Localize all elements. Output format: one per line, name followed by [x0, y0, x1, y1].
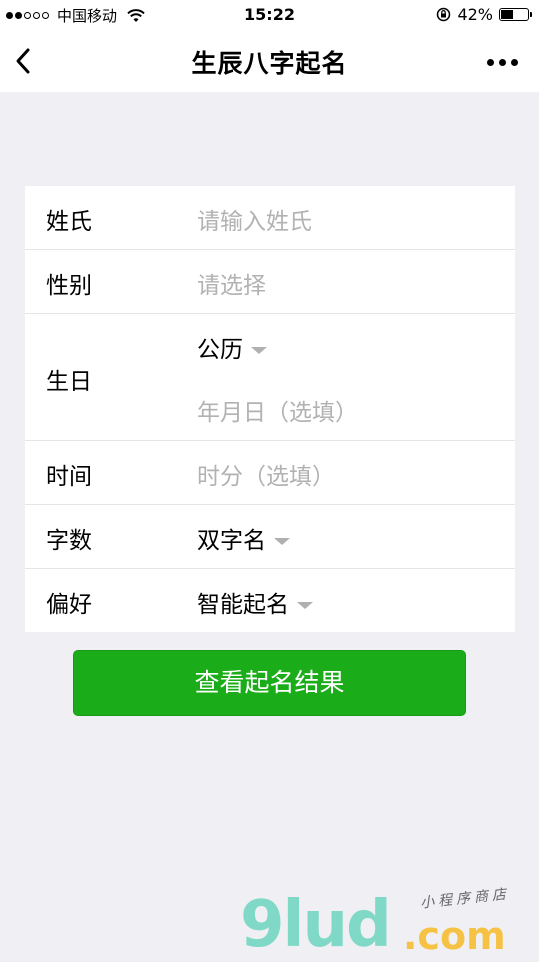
preference-row: 偏好 智能起名 [25, 568, 515, 632]
battery-icon [499, 8, 532, 21]
preference-select[interactable]: 智能起名 [197, 585, 313, 619]
caret-down-icon [251, 347, 267, 354]
calendar-type-value: 公历 [197, 337, 243, 363]
gender-label: 性别 [46, 273, 92, 299]
birth-time-picker[interactable]: 时分（选填） [197, 457, 335, 491]
naming-form: 姓氏 请输入姓氏 性别 请选择 生日 公历 年月日（选填） 时间 时分（选填） … [25, 186, 515, 632]
birthday-row: 生日 公历 年月日（选填） [25, 313, 515, 440]
caret-down-icon [274, 538, 290, 545]
birth-date-picker[interactable]: 年月日（选填） [197, 393, 358, 427]
preference-label: 偏好 [46, 592, 92, 618]
view-results-button[interactable]: 查看起名结果 [73, 650, 466, 716]
surname-label: 姓氏 [46, 209, 92, 235]
time-label: 时间 [46, 464, 92, 490]
name-length-value: 双字名 [197, 528, 266, 554]
page-title: 生辰八字起名 [191, 49, 348, 78]
gender-select[interactable]: 请选择 [197, 266, 266, 300]
gender-row: 性别 请选择 [25, 249, 515, 313]
more-menu-button[interactable] [487, 52, 523, 72]
status-right: 42% [436, 5, 532, 24]
calendar-type-select[interactable]: 公历 [197, 330, 267, 364]
watermark-tagline: 小程序商店 [419, 886, 511, 912]
surname-input[interactable]: 请输入姓氏 [197, 202, 312, 236]
count-row: 字数 双字名 [25, 504, 515, 568]
time-row: 时间 时分（选填） [25, 440, 515, 504]
battery-percent: 42% [457, 5, 493, 24]
watermark-brand: 9lud [240, 888, 392, 962]
nav-bar: 生辰八字起名 [0, 30, 539, 92]
rotation-lock-icon [437, 7, 451, 22]
count-label: 字数 [46, 528, 92, 554]
preference-value: 智能起名 [197, 592, 289, 618]
birthday-label: 生日 [46, 369, 92, 395]
surname-row: 姓氏 请输入姓氏 [25, 186, 515, 249]
watermark-domain: .com [403, 914, 506, 958]
status-bar: 中国移动 15:22 42% [0, 0, 539, 30]
watermark-logo: 9lud 小程序商店 .com [240, 886, 539, 962]
name-length-select[interactable]: 双字名 [197, 521, 290, 555]
caret-down-icon [297, 602, 313, 609]
